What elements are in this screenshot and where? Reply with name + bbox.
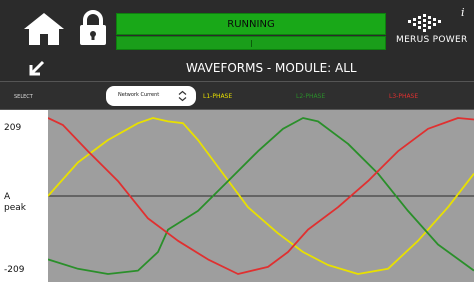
home-icon[interactable]	[23, 12, 65, 46]
y-axis-unit-label: A peak	[4, 192, 26, 214]
info-icon[interactable]: i	[461, 6, 465, 19]
signal-dropdown-value: Network Current	[118, 92, 160, 98]
page-title: WAVEFORMS - MODULE: ALL	[186, 61, 357, 75]
y-axis-unit-line-1: A	[4, 192, 11, 202]
y-axis-min-label: -209	[4, 265, 25, 275]
back-arrow-icon[interactable]	[28, 59, 46, 77]
y-axis-max-label: 209	[4, 123, 22, 133]
legend-l1-phase[interactable]: L1-PHASE	[203, 93, 232, 100]
lock-icon[interactable]	[78, 10, 108, 46]
chevron-updown-icon	[178, 90, 187, 102]
waveform-chart	[48, 117, 474, 275]
signal-dropdown[interactable]: Network Current	[106, 86, 196, 106]
top-bar: RUNNING MERUS POWER i	[0, 0, 474, 56]
select-label: SELECT	[14, 94, 33, 100]
y-axis-unit-line-2: peak	[4, 203, 26, 213]
status-text: RUNNING	[227, 19, 275, 30]
logo-text: MERUS POWER	[396, 35, 468, 45]
status-progress	[116, 36, 386, 50]
legend-l3-phase[interactable]: L3-PHASE	[389, 93, 418, 100]
legend-l2-phase[interactable]: L2-PHASE	[296, 93, 325, 100]
status-indicator: RUNNING	[116, 13, 386, 35]
merus-logo-icon	[408, 14, 441, 32]
